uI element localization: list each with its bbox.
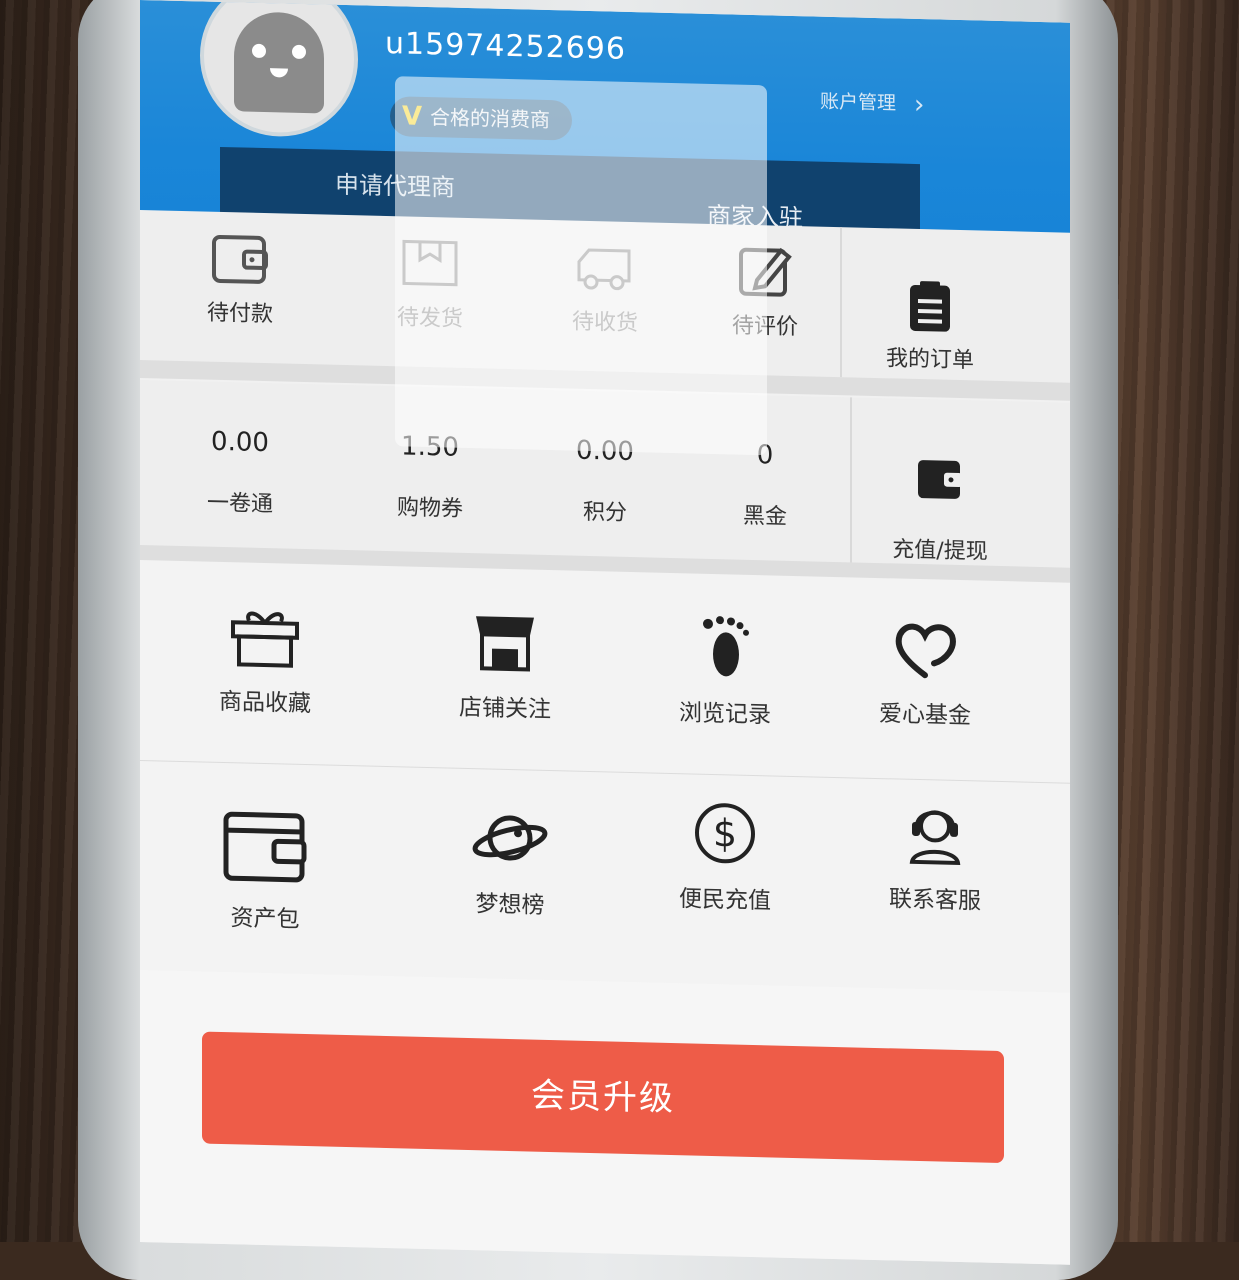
account-management-label: 账户管理 <box>820 90 897 115</box>
utility-recharge-label: 便民充值 <box>679 886 771 915</box>
username: u15974252696 <box>385 25 626 67</box>
black-gold-label: 黑金 <box>742 503 787 530</box>
wallet-points[interactable]: 0.00 积分 <box>520 434 690 528</box>
asset-package-label: 资产包 <box>230 905 300 933</box>
order-pending-receipt[interactable]: 待收货 <box>520 234 690 338</box>
wallet-icon <box>918 460 962 499</box>
heart-icon <box>895 623 956 679</box>
wallet-coupon[interactable]: 1.50 购物券 <box>345 430 515 524</box>
favorite-products[interactable]: 商品收藏 <box>160 600 370 719</box>
clipboard-icon <box>910 281 950 332</box>
yijuantong-label: 一卷通 <box>206 490 273 518</box>
headset-icon <box>909 810 961 866</box>
orders-divider <box>840 227 842 378</box>
favorite-products-label: 商品收藏 <box>219 688 311 718</box>
charity-fund-label: 爱心基金 <box>879 701 971 730</box>
dream-ranking-label: 梦想榜 <box>475 891 545 919</box>
package-icon <box>402 239 458 287</box>
my-orders-link[interactable]: 我的订单 <box>845 277 1015 375</box>
browsing-history-label: 浏览记录 <box>679 700 771 729</box>
services-grid-row2: 资产包 梦想榜 $ 便民充值 联系客服 <box>140 760 1070 994</box>
recharge-withdraw-label: 充值/提现 <box>892 537 988 565</box>
wallet-row: 0.00 一卷通 1.50 购物券 0.00 积分 0 黑金 充值/提现 <box>140 380 1070 573</box>
contact-support-label: 联系客服 <box>889 886 981 915</box>
dream-ranking[interactable]: 梦想榜 <box>405 802 615 921</box>
gift-icon <box>231 611 299 668</box>
followed-stores-label: 店铺关注 <box>459 694 551 724</box>
contact-support[interactable]: 联系客服 <box>830 798 1040 917</box>
browsing-history[interactable]: 浏览记录 <box>620 612 830 731</box>
charity-fund[interactable]: 爱心基金 <box>820 617 1030 732</box>
order-pending-receipt-label: 待收货 <box>571 309 638 337</box>
footprint-icon <box>703 616 749 677</box>
coupon-value: 1.50 <box>401 431 459 463</box>
black-gold-value: 0 <box>756 440 774 471</box>
order-pending-review-label: 待评价 <box>731 313 798 341</box>
chevron-right-icon: › <box>914 89 925 120</box>
yijuantong-value: 0.00 <box>211 426 269 459</box>
avatar-ghost-icon <box>234 11 324 114</box>
account-management-link[interactable]: 账户管理 › <box>820 87 925 120</box>
coupon-label: 购物券 <box>396 495 463 522</box>
wallet-icon <box>212 234 268 284</box>
planet-icon <box>472 815 548 861</box>
wallet-yijuantong[interactable]: 0.00 一卷通 <box>155 425 325 519</box>
recharge-withdraw-link[interactable]: 充值/提现 <box>855 452 1025 566</box>
followed-stores[interactable]: 店铺关注 <box>400 606 610 725</box>
svg-text:$: $ <box>713 811 737 856</box>
my-orders-label: 我的订单 <box>885 346 974 374</box>
points-label: 积分 <box>582 499 627 526</box>
order-pending-shipment[interactable]: 待发货 <box>345 230 515 334</box>
points-value: 0.00 <box>576 435 634 468</box>
dollar-icon: $ <box>695 803 755 864</box>
store-icon <box>476 616 534 672</box>
orders-row: 待付款 待发货 待收货 待评价 我的订单 <box>140 210 1070 383</box>
truck-icon <box>577 248 631 291</box>
order-pending-shipment-label: 待发货 <box>396 305 463 332</box>
order-pending-payment[interactable]: 待付款 <box>155 225 325 329</box>
member-level-badge: V 合格的消费商 <box>390 96 572 141</box>
member-upgrade-button[interactable]: 会员升级 <box>202 1031 1004 1164</box>
utility-recharge[interactable]: $ 便民充值 <box>620 798 830 917</box>
avatar[interactable] <box>200 0 358 139</box>
verified-v-icon: V <box>402 101 423 132</box>
edit-icon <box>739 247 792 297</box>
services-grid-row1: 商品收藏 店铺关注 浏览记录 爱心基金 <box>140 560 1070 783</box>
order-pending-review[interactable]: 待评价 <box>680 238 850 342</box>
wallet-black-gold[interactable]: 0 黑金 <box>680 438 850 532</box>
app-screen: u15974252696 V 合格的消费商 账户管理 › 申请代理商 商家入驻 待… <box>140 0 1070 1265</box>
member-level-label: 合格的消费商 <box>430 105 550 133</box>
wallet-icon <box>223 811 307 883</box>
order-pending-payment-label: 待付款 <box>206 300 273 328</box>
asset-package[interactable]: 资产包 <box>160 806 370 935</box>
wallet-divider <box>850 397 852 568</box>
